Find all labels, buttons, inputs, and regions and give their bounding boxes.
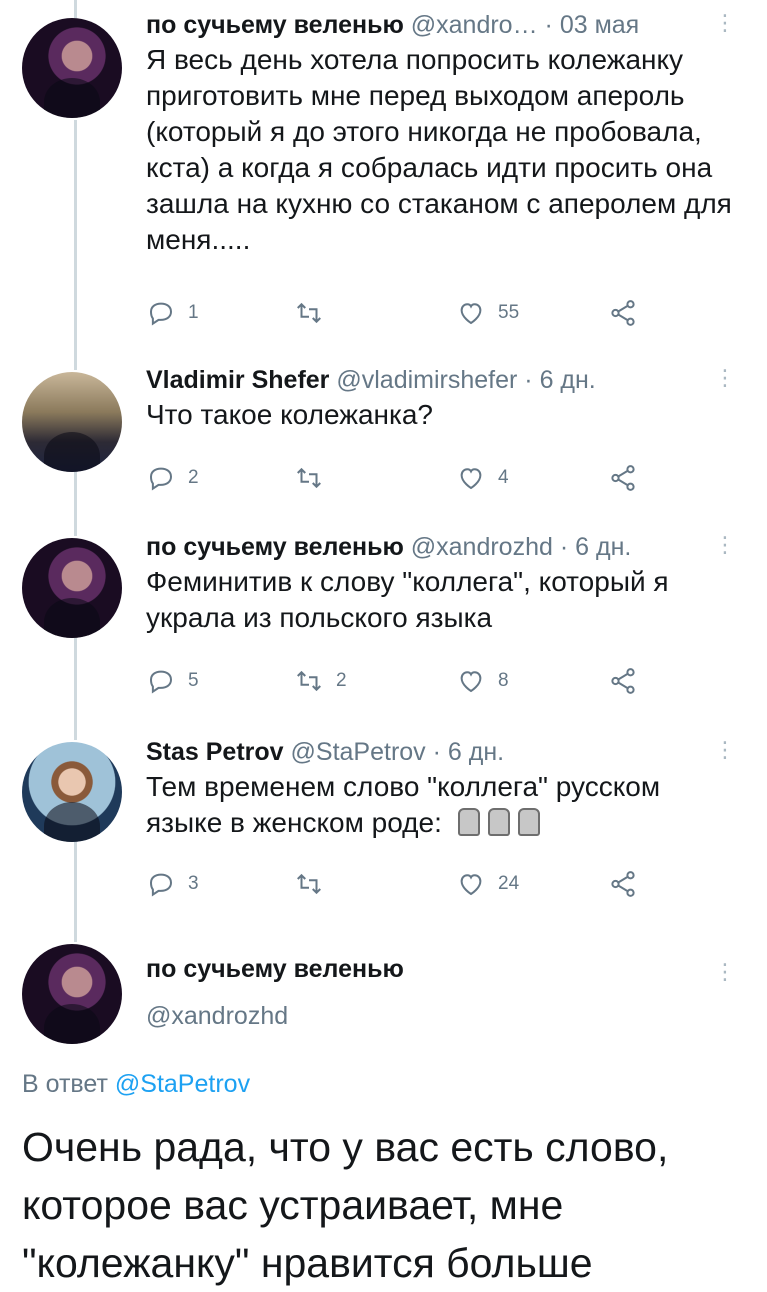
avatar[interactable] xyxy=(22,538,122,638)
retweet-icon xyxy=(297,670,321,692)
retweet-button[interactable] xyxy=(294,868,336,900)
like-button[interactable]: 8 xyxy=(456,665,509,697)
share-button[interactable] xyxy=(608,665,638,697)
like-count: 55 xyxy=(498,302,520,323)
thread-line xyxy=(74,0,77,18)
thread-line xyxy=(74,472,77,536)
share-icon xyxy=(611,668,635,694)
tweet-time: · 6 дн. xyxy=(524,366,596,394)
like-button[interactable]: 4 xyxy=(456,462,509,494)
like-button[interactable]: 24 xyxy=(456,868,519,900)
tweet[interactable]: по сучьему веленью @xandrozhd · 6 дн. ⋮ … xyxy=(146,532,736,636)
author-handle[interactable]: @vladimirshefer xyxy=(336,366,517,394)
tweet-time: · 6 дн. xyxy=(559,533,632,561)
retweet-button[interactable]: 2 xyxy=(294,665,347,697)
retweet-icon xyxy=(297,467,321,489)
share-button[interactable] xyxy=(608,462,638,494)
more-options-icon[interactable]: ⋮ xyxy=(714,534,736,556)
reply-to-link[interactable]: @StaPetrov xyxy=(115,1070,250,1098)
tweet[interactable]: Stas Petrov @StaPetrov · 6 дн. ⋮ Тем вре… xyxy=(146,737,736,841)
moai-emoji xyxy=(517,808,540,836)
retweet-button[interactable] xyxy=(294,462,336,494)
reply-button[interactable]: 3 xyxy=(146,868,199,900)
tweet-text: Феминитив к слову "коллега", который я у… xyxy=(146,566,669,633)
tweet-header: Stas Petrov @StaPetrov · 6 дн. xyxy=(146,737,736,767)
reply-icon xyxy=(149,467,173,491)
like-button[interactable]: 55 xyxy=(456,297,519,329)
avatar[interactable] xyxy=(22,372,122,472)
share-button[interactable] xyxy=(608,868,638,900)
main-tweet-header: по сучьему веленью @xandrozhd ⋮ xyxy=(146,955,736,1031)
author-name[interactable]: по сучьему веленью xyxy=(146,533,404,561)
tweet-actions: 2 4 xyxy=(146,462,666,494)
author-handle[interactable]: @xandrozhd xyxy=(411,533,553,561)
tweet-time: · 03 мая xyxy=(544,11,640,39)
thread-line xyxy=(74,638,77,740)
thread-line xyxy=(74,842,77,942)
moai-emoji xyxy=(487,808,510,836)
heart-icon xyxy=(460,671,482,693)
main-tweet-text: Очень рада, что у вас есть слово, которо… xyxy=(22,1124,669,1286)
share-icon xyxy=(611,465,635,491)
reply-count: 2 xyxy=(188,467,199,488)
reply-context: В ответ @StaPetrov xyxy=(22,1070,250,1099)
tweet-text: Я весь день хотела попросить колежанку п… xyxy=(146,44,732,255)
more-options-icon[interactable]: ⋮ xyxy=(714,739,736,761)
tweet-header: по сучьему веленью @xandro… · 03 мая xyxy=(146,10,736,40)
tweet-header: по сучьему веленью @xandrozhd · 6 дн. xyxy=(146,532,736,562)
tweet-text-content: Тем временем слово "коллега" русском язы… xyxy=(146,771,661,838)
author-handle[interactable]: @StaPetrov xyxy=(291,738,426,766)
thread-line xyxy=(74,120,77,370)
share-icon xyxy=(611,300,635,326)
retweet-count: 2 xyxy=(336,670,347,691)
retweet-icon xyxy=(297,302,321,324)
reply-count: 1 xyxy=(188,302,199,323)
author-handle[interactable]: @xandrozhd xyxy=(146,1002,736,1031)
tweet-actions: 1 55 xyxy=(146,297,666,329)
avatar[interactable] xyxy=(22,944,122,1044)
tweet-text: Тем временем слово "коллега" русском язы… xyxy=(146,769,736,841)
more-options-icon[interactable]: ⋮ xyxy=(714,12,736,34)
heart-icon xyxy=(460,468,482,490)
tweet[interactable]: по сучьему веленью @xandro… · 03 мая ⋮ Я… xyxy=(146,10,736,258)
reply-prefix: В ответ xyxy=(22,1070,108,1098)
reply-icon xyxy=(149,873,173,897)
author-name[interactable]: Stas Petrov xyxy=(146,738,284,766)
share-icon xyxy=(611,871,635,897)
author-name[interactable]: по сучьему веленью xyxy=(146,955,736,984)
reply-button[interactable]: 2 xyxy=(146,462,199,494)
reply-icon xyxy=(149,302,173,326)
tweet-text: Что такое колежанка? xyxy=(146,399,433,430)
avatar[interactable] xyxy=(22,18,122,118)
reply-button[interactable]: 1 xyxy=(146,297,199,329)
tweet-header: Vladimir Shefer @vladimirshefer · 6 дн. xyxy=(146,365,736,395)
reply-count: 3 xyxy=(188,873,199,894)
retweet-button[interactable] xyxy=(294,297,336,329)
heart-icon xyxy=(460,303,482,325)
more-options-icon[interactable]: ⋮ xyxy=(714,961,736,983)
heart-icon xyxy=(460,874,482,896)
moai-emoji xyxy=(457,808,480,836)
more-options-icon[interactable]: ⋮ xyxy=(714,367,736,389)
author-handle[interactable]: @xandro… xyxy=(411,11,538,39)
author-name[interactable]: по сучьему веленью xyxy=(146,11,404,39)
reply-count: 5 xyxy=(188,670,199,691)
retweet-icon xyxy=(297,873,321,895)
share-button[interactable] xyxy=(608,297,638,329)
like-count: 24 xyxy=(498,873,520,894)
tweet-time: · 6 дн. xyxy=(432,738,505,766)
tweet-actions: 5 2 8 xyxy=(146,665,666,697)
like-count: 4 xyxy=(498,467,509,488)
avatar[interactable] xyxy=(22,742,122,842)
reply-icon xyxy=(149,670,173,694)
author-name[interactable]: Vladimir Shefer xyxy=(146,366,329,394)
tweet-actions: 3 24 xyxy=(146,868,666,900)
tweet[interactable]: Vladimir Shefer @vladimirshefer · 6 дн. … xyxy=(146,365,736,433)
like-count: 8 xyxy=(498,670,509,691)
reply-button[interactable]: 5 xyxy=(146,665,199,697)
